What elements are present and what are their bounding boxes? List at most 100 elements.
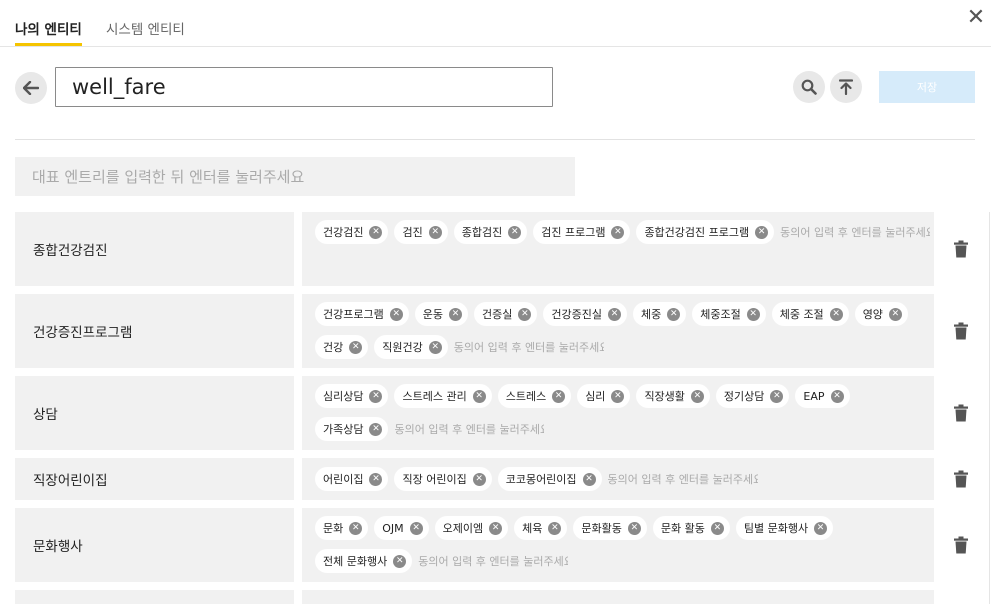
synonym-chip: 체육 ✕	[514, 516, 568, 540]
synonym-chip: 전체 문화행사 ✕	[315, 549, 413, 573]
remove-synonym-icon[interactable]: ✕	[627, 521, 641, 535]
synonym-list: 건강프로그램 ✕ 운동 ✕ 건증실 ✕ 건강증진실 ✕ 체중 ✕ 체중조절 ✕ 체중 조절 ✕ 영양 ✕ 건강 ✕…	[302, 294, 934, 368]
entry-row: 상담 심리상담 ✕ 스트레스 관리 ✕ 스트레스 ✕ 심리 ✕ 직장생활 ✕ 정기상담 ✕ EAP ✕ 가족상…	[15, 376, 975, 450]
remove-synonym-icon[interactable]: ✕	[369, 472, 383, 486]
synonym-chip: 문화 활동 ✕	[652, 516, 730, 540]
remove-synonym-icon[interactable]: ✕	[830, 389, 844, 403]
remove-synonym-icon[interactable]: ✕	[472, 389, 486, 403]
synonym-chip-label: 체중 조절	[779, 308, 824, 321]
entry-row	[15, 590, 975, 604]
synonym-chip-label: 스트레스 관리	[402, 390, 467, 403]
search-icon	[801, 79, 817, 95]
synonym-chip: 체중 ✕	[632, 302, 687, 326]
upload-icon	[839, 79, 853, 95]
synonym-chip-label: 종합건강검진 프로그램	[644, 226, 750, 239]
synonym-chip-label: 문화	[323, 522, 344, 535]
remove-synonym-icon[interactable]: ✕	[369, 389, 383, 403]
entry-representative-name[interactable]: 건강증진프로그램	[15, 294, 294, 368]
synonym-chip-label: 체중	[640, 308, 662, 321]
remove-synonym-icon[interactable]: ✕	[518, 307, 532, 321]
entry-representative-name[interactable]	[15, 590, 294, 604]
synonym-chip-label: 가족상담	[323, 423, 364, 436]
trash-icon[interactable]	[953, 470, 969, 488]
entry-representative-name[interactable]: 상담	[15, 376, 294, 450]
remove-synonym-icon[interactable]: ✕	[472, 472, 486, 486]
remove-synonym-icon[interactable]: ✕	[409, 521, 423, 535]
remove-synonym-icon[interactable]: ✕	[489, 521, 503, 535]
tab-my-entities[interactable]: 나의 엔티티	[15, 18, 82, 38]
remove-synonym-icon[interactable]: ✕	[611, 389, 625, 403]
remove-synonym-icon[interactable]: ✕	[888, 307, 902, 321]
trash-icon[interactable]	[953, 240, 969, 258]
entry-representative-name[interactable]: 문화행사	[15, 508, 294, 582]
remove-synonym-icon[interactable]: ✕	[607, 307, 621, 321]
remove-synonym-icon[interactable]: ✕	[755, 225, 769, 239]
synonym-chip: 직장생활 ✕	[636, 384, 710, 408]
remove-synonym-icon[interactable]: ✕	[349, 521, 363, 535]
remove-synonym-icon[interactable]: ✕	[369, 422, 383, 436]
remove-synonym-icon[interactable]: ✕	[829, 307, 843, 321]
remove-synonym-icon[interactable]: ✕	[770, 389, 784, 403]
synonym-chip-label: 문화활동	[581, 522, 622, 535]
remove-synonym-icon[interactable]: ✕	[349, 340, 363, 354]
remove-synonym-icon[interactable]: ✕	[448, 307, 462, 321]
remove-synonym-icon[interactable]: ✕	[814, 521, 828, 535]
synonym-chip: 어린이집 ✕	[315, 467, 389, 491]
remove-synonym-icon[interactable]: ✕	[548, 521, 562, 535]
synonym-input[interactable]	[394, 417, 545, 441]
synonym-chip-label: 건강검진	[323, 226, 364, 239]
remove-synonym-icon[interactable]: ✕	[393, 554, 407, 568]
synonym-chip-label: 체육	[522, 522, 543, 535]
remove-synonym-icon[interactable]: ✕	[508, 225, 522, 239]
remove-synonym-icon[interactable]: ✕	[428, 225, 442, 239]
synonym-chip-label: 체중조절	[700, 308, 741, 321]
synonym-input[interactable]	[607, 467, 758, 491]
divider	[15, 139, 975, 140]
trash-icon[interactable]	[953, 536, 969, 554]
synonym-chip: 건강 ✕	[315, 335, 369, 359]
remove-synonym-icon[interactable]: ✕	[552, 389, 566, 403]
entry-representative-name[interactable]: 직장어린이집	[15, 458, 294, 500]
remove-synonym-icon[interactable]: ✕	[428, 340, 442, 354]
remove-synonym-icon[interactable]: ✕	[582, 472, 596, 486]
remove-synonym-icon[interactable]: ✕	[389, 307, 403, 321]
synonym-chip-label: 직장생활	[644, 390, 685, 403]
remove-synonym-icon[interactable]: ✕	[667, 307, 681, 321]
synonym-input[interactable]	[780, 220, 931, 244]
entity-name-input[interactable]	[55, 67, 553, 107]
synonym-input[interactable]	[453, 335, 604, 359]
synonym-chip-label: EAP	[803, 389, 825, 403]
back-button[interactable]	[15, 72, 47, 104]
representative-entry-input[interactable]	[15, 157, 575, 196]
synonym-chip-label: 영양	[862, 308, 883, 321]
synonym-chip: 정기상담 ✕	[715, 384, 790, 408]
synonym-chip: 팀별 문화행사 ✕	[735, 516, 834, 540]
remove-synonym-icon[interactable]: ✕	[710, 521, 724, 535]
synonym-input[interactable]	[418, 549, 569, 573]
synonym-chip-label: 건증실	[481, 308, 513, 321]
remove-synonym-icon[interactable]: ✕	[369, 225, 383, 239]
remove-synonym-icon[interactable]: ✕	[746, 307, 760, 321]
synonym-chip-label: 심리	[585, 390, 606, 403]
remove-synonym-icon[interactable]: ✕	[690, 389, 704, 403]
search-button[interactable]	[793, 71, 825, 103]
synonym-chip: 문화 ✕	[315, 516, 369, 540]
remove-synonym-icon[interactable]: ✕	[611, 225, 625, 239]
synonym-chip: 검진 프로그램 ✕	[533, 220, 631, 244]
save-button[interactable]: 저장	[879, 71, 975, 103]
trash-icon[interactable]	[953, 404, 969, 422]
synonym-chip: 스트레스 관리 ✕	[394, 384, 492, 408]
tab-system-entities[interactable]: 시스템 엔티티	[106, 18, 185, 38]
trash-icon[interactable]	[953, 322, 969, 340]
synonym-chip-label: 스트레스	[505, 390, 547, 403]
entity-tabs: 나의 엔티티 시스템 엔티티 ✕	[0, 0, 991, 47]
synonym-chip-label: 건강	[323, 341, 344, 354]
active-tab-indicator	[15, 43, 82, 46]
entry-representative-name[interactable]: 종합건강검진	[15, 212, 294, 286]
synonym-chip: EAP ✕	[795, 384, 850, 408]
synonym-chip: 건강프로그램 ✕	[315, 302, 409, 326]
synonym-chip: 코코몽어린이집 ✕	[497, 467, 602, 491]
upload-button[interactable]	[830, 71, 862, 103]
close-icon[interactable]: ✕	[965, 5, 987, 31]
synonym-chip: 가족상담 ✕	[315, 417, 389, 441]
